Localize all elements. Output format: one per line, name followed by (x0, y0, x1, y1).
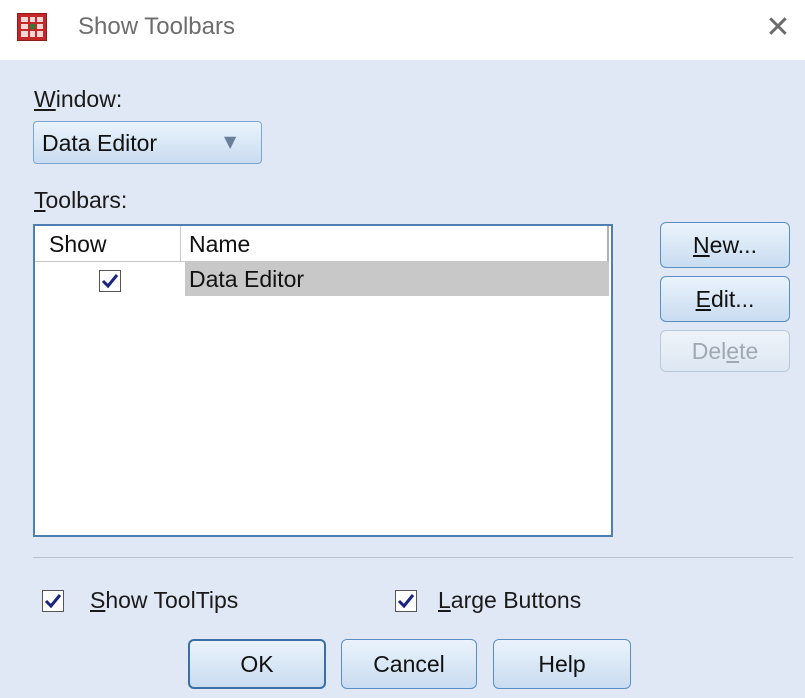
close-icon[interactable]: ✕ (758, 8, 798, 48)
chevron-down-icon: ▼ (224, 132, 237, 151)
column-header-show[interactable]: Show (35, 226, 181, 262)
delete-button[interactable]: Delete (660, 330, 790, 372)
window-dropdown-value: Data Editor (42, 130, 158, 156)
show-tooltips-checkbox[interactable] (42, 590, 64, 612)
toolbars-label: Toolbars: (34, 187, 128, 213)
divider (33, 557, 793, 558)
show-tooltips-label[interactable]: Show ToolTips (90, 587, 238, 614)
row-name: Data Editor (189, 266, 305, 292)
cancel-button[interactable]: Cancel (341, 639, 477, 689)
new-button[interactable]: New... (660, 222, 790, 268)
large-buttons-label[interactable]: Large Buttons (438, 587, 581, 614)
checkmark-icon (44, 594, 62, 609)
ok-button[interactable]: OK (188, 639, 326, 689)
checkmark-icon (101, 274, 119, 289)
window-title: Show Toolbars (78, 13, 235, 40)
column-header-name[interactable]: Name (181, 226, 609, 262)
toolbars-list[interactable]: Show Name Data Editor (33, 224, 613, 537)
large-buttons-checkbox[interactable] (395, 590, 417, 612)
title-bar: Show Toolbars ✕ (0, 0, 805, 60)
row-show-checkbox[interactable] (99, 270, 121, 292)
checkmark-icon (397, 594, 415, 609)
window-label: Window: (34, 86, 123, 112)
window-dropdown[interactable]: Data Editor ▼ (33, 121, 262, 164)
help-button[interactable]: Help (493, 639, 631, 689)
app-grid-icon (17, 13, 47, 41)
edit-button[interactable]: Edit... (660, 276, 790, 322)
